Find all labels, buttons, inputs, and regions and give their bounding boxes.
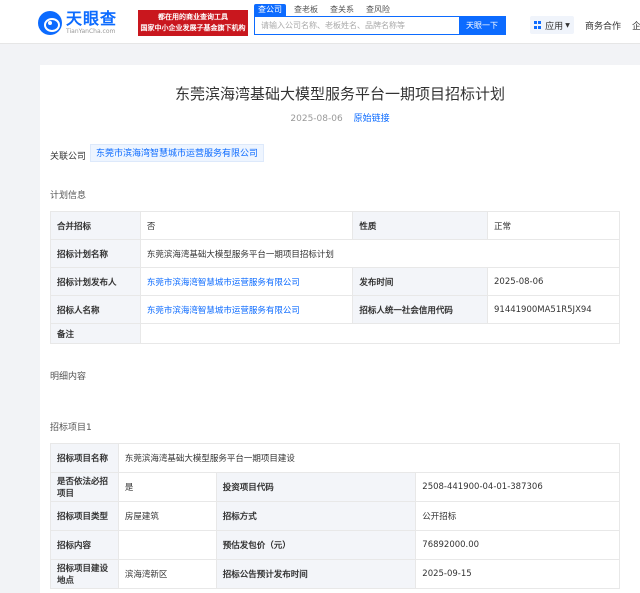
search-button[interactable]: 天眼一下 [459,17,505,34]
publisher-link[interactable]: 东莞市滨海湾智慧城市运营服务有限公司 [147,278,300,288]
table-label: 招标内容 [50,530,119,560]
table-label: 招标计划名称 [50,239,141,268]
table-label: 合并招标 [50,211,141,240]
page-title: 东莞滨海湾基础大模型服务平台一期项目招标计划 [174,85,505,103]
tab-risk[interactable]: 查风险 [362,4,394,16]
source-link[interactable]: 原始链接 [354,114,390,124]
nav-business-cooperation[interactable]: 商务合作 [585,19,621,32]
item-section-title: 招标项目1 [50,423,92,433]
table-label: 招标方式 [215,501,417,531]
slogan-banner: 都在用的商业查询工具 国家中小企业发展子基金旗下机构 [138,10,248,36]
table-label: 性质 [352,211,489,240]
apps-menu-button[interactable]: 应用 ▼ [530,16,574,34]
table-row: 招标计划发布人 东莞市滨海湾智慧城市运营服务有限公司 发布时间 2025-08-… [50,267,620,296]
table-row: 招标项目名称 东莞滨海湾基础大模型服务平台一期项目建设 [50,443,621,473]
table-value: 91441900MA51R5JX94 [487,295,620,324]
table-row: 招标计划名称 东莞滨海湾基础大模型服务平台一期项目招标计划 [50,239,621,268]
table-label: 招标人统一社会信用代码 [352,295,489,324]
table-row: 备注 [50,323,621,344]
table-value: 正常 [487,211,620,240]
logo-domain: TianYanCha.com [66,28,116,35]
table-label: 备注 [50,323,141,344]
table-label: 招标项目建设地点 [50,559,119,589]
tenderer-link[interactable]: 东莞市滨海湾智慧城市运营服务有限公司 [147,306,300,316]
bid-item-table: 招标项目名称 东莞滨海湾基础大模型服务平台一期项目建设 是否依法必招项目 是 投… [50,443,621,589]
table-value: 东莞市滨海湾智慧城市运营服务有限公司 [139,267,354,296]
table-label: 招标公告预计发布时间 [215,559,417,589]
table-label: 招标项目类型 [50,501,119,531]
table-value: 东莞滨海湾基础大模型服务平台一期项目招标计划 [139,239,621,268]
site-logo[interactable]: 天眼查 TianYanCha.com [38,9,130,37]
table-value: 76892000.00 [415,530,620,560]
tab-boss[interactable]: 查老板 [290,4,322,16]
apps-label: 应用 [545,21,564,32]
table-label: 是否依法必招项目 [50,472,119,502]
table-value: 2025-09-15 [415,559,620,589]
table-row: 是否依法必招项目 是 投资项目代码 2508-441900-04-01-3873… [50,472,620,502]
tab-relation[interactable]: 查关系 [326,4,358,16]
publish-date: 2025-08-06 [290,114,343,124]
detail-section-title: 明细内容 [50,372,87,382]
table-row: 招标内容 预估发包价（元） 76892000.00 [50,530,620,560]
plan-info-table: 合并招标 否 性质 正常 招标计划名称 东莞滨海湾基础大模型服务平台一期项目招标… [50,211,621,344]
logo-text: 天眼查 [66,9,118,28]
caret-down-icon: ▼ [565,21,570,29]
table-value: 东莞市滨海湾智慧城市运营服务有限公司 [139,295,354,324]
top-header: 天眼查 TianYanCha.com 都在用的商业查询工具 国家中小企业发展子基… [0,0,640,44]
table-value: 否 [139,211,354,240]
eye-logo-icon [38,11,62,35]
grid-icon [534,21,542,29]
search-tabs: 查公司 查老板 查关系 查风险 [254,4,398,16]
table-label: 发布时间 [352,267,489,296]
related-company-tag[interactable]: 东莞市滨海湾智慧城市运营服务有限公司 [90,144,265,162]
table-value: 是 [117,472,217,502]
table-value: 2025-08-06 [487,267,620,296]
table-label: 预估发包价（元） [215,530,417,560]
table-row: 招标项目建设地点 滨海湾新区 招标公告预计发布时间 2025-09-15 [50,559,620,589]
page-meta: 2025-08-06 原始链接 [40,111,640,124]
table-label: 招标人名称 [50,295,141,324]
table-row: 招标项目类型 房屋建筑 招标方式 公开招标 [50,501,620,531]
table-label: 投资项目代码 [215,472,417,502]
table-row: 合并招标 否 性质 正常 [50,211,620,240]
table-value: 2508-441900-04-01-387306 [415,472,620,502]
search-input[interactable] [255,17,459,34]
slogan-line-1: 都在用的商业查询工具 [158,13,228,21]
table-value: 东莞滨海湾基础大模型服务平台一期项目建设 [117,443,621,473]
table-value: 公开招标 [415,501,620,531]
table-row: 招标人名称 东莞市滨海湾智慧城市运营服务有限公司 招标人统一社会信用代码 914… [50,295,620,324]
table-label: 招标项目名称 [50,443,119,473]
table-value [117,530,217,560]
related-company-label: 关联公司 [50,152,87,162]
content-card: 东莞滨海湾基础大模型服务平台一期项目招标计划 2025-08-06 原始链接 关… [40,65,640,593]
nav-enterprise[interactable]: 企 [632,19,640,32]
table-value: 房屋建筑 [117,501,217,531]
tab-company[interactable]: 查公司 [254,4,286,16]
table-value [139,323,621,344]
table-label: 招标计划发布人 [50,267,141,296]
slogan-line-2: 国家中小企业发展子基金旗下机构 [140,24,246,32]
search-bar: 天眼一下 [254,16,506,35]
table-value: 滨海湾新区 [117,559,217,589]
plan-section-title: 计划信息 [50,191,87,201]
